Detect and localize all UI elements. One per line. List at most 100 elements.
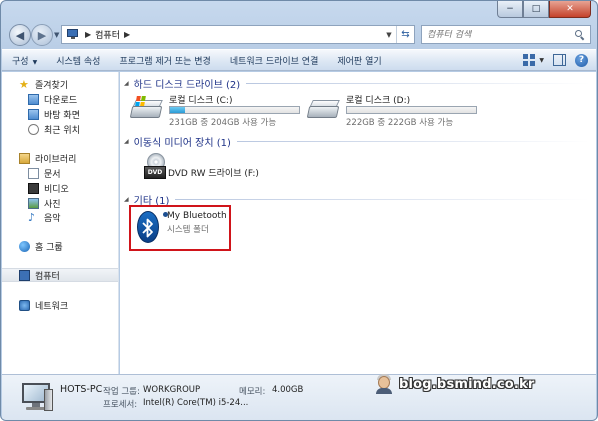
workgroup-value: WORKGROUP <box>143 385 201 395</box>
drive-d[interactable]: 로컬 디스크 (D:) 222GB 중 222GB 사용 가능 <box>306 92 481 128</box>
capacity-bar <box>346 106 477 114</box>
sidebar-label: 즐겨찾기 <box>35 80 69 91</box>
bluetooth-type: 시스템 폴더 <box>167 225 209 235</box>
workgroup-label: 작업 그룹: <box>103 387 140 397</box>
bluetooth-icon <box>137 211 168 243</box>
sidebar-item-computer[interactable]: 컴퓨터 <box>2 268 118 282</box>
change-view-icon[interactable] <box>522 53 536 67</box>
dvd-drive-icon[interactable]: DVD <box>144 153 166 181</box>
group-divider <box>236 140 590 142</box>
search-icon[interactable] <box>575 29 585 40</box>
arrow-right-icon: ▶ <box>37 28 47 42</box>
map-network-drive-button[interactable]: 네트워크 드라이브 연결 <box>230 54 319 67</box>
pictures-icon <box>28 197 39 209</box>
sidebar-label: 비디오 <box>44 184 69 195</box>
open-control-panel-button[interactable]: 제어판 열기 <box>337 54 381 67</box>
bluetooth-name: My Bluetooth <box>167 211 227 221</box>
windows-logo-icon <box>135 96 147 106</box>
address-bar[interactable]: ▶ 컴퓨터 ▶ ▼ ⇆ <box>61 25 415 44</box>
command-bar: 구성 ▼ 시스템 속성 프로그램 제거 또는 변경 네트워크 드라이브 연결 제어… <box>2 49 596 71</box>
sidebar-item-documents[interactable]: 문서 <box>28 166 61 180</box>
memory-value: 4.00GB <box>272 385 304 395</box>
close-button[interactable]: ✕ <box>549 1 591 18</box>
navigation-pane: ★ 즐겨찾기 다운로드 바탕 화면 최근 위치 라이브러리 문서 비디오 사진 ♪… <box>2 72 119 374</box>
network-icon <box>19 299 30 311</box>
sidebar-item-homegroup[interactable]: 홈 그룹 <box>19 239 63 253</box>
homegroup-icon <box>19 240 30 252</box>
blog-watermark: blog.bsmind.co.kr <box>375 373 535 395</box>
breadcrumb-separator[interactable]: ▶ <box>124 30 130 39</box>
sidebar-item-downloads[interactable]: 다운로드 <box>28 92 77 106</box>
computer-icon <box>19 269 30 281</box>
sidebar-item-videos[interactable]: 비디오 <box>28 181 69 195</box>
collapse-triangle-icon[interactable]: ◢ <box>124 138 129 145</box>
watermark-text: blog.bsmind.co.kr <box>399 376 535 392</box>
recent-pages-dropdown[interactable]: ▼ <box>54 31 59 39</box>
libraries-icon <box>19 152 30 164</box>
sidebar-item-network[interactable]: 네트워크 <box>19 298 68 312</box>
capacity-bar <box>169 106 300 114</box>
music-icon: ♪ <box>28 210 36 224</box>
sidebar-label: 문서 <box>44 169 61 180</box>
refresh-icon: ⇆ <box>401 29 410 40</box>
dvd-drive-name[interactable]: DVD RW 드라이브 (F:) <box>168 166 259 179</box>
maximize-button[interactable]: □ <box>523 1 549 18</box>
avatar <box>375 374 393 394</box>
sidebar-label: 다운로드 <box>44 95 78 106</box>
sidebar-item-recent-places[interactable]: 최근 위치 <box>28 122 80 136</box>
collapse-triangle-icon[interactable]: ◢ <box>124 80 129 87</box>
drive-c[interactable]: 로컬 디스크 (C:) 231GB 중 204GB 사용 가능 <box>129 92 304 128</box>
pc-name: HOTS-PC <box>60 384 103 395</box>
sidebar-label: 네트워크 <box>35 301 69 312</box>
sidebar-label: 라이브러리 <box>35 154 77 165</box>
star-icon: ★ <box>19 77 29 91</box>
breadcrumb-separator[interactable]: ▶ <box>85 30 91 39</box>
help-icon[interactable]: ? <box>575 53 588 67</box>
group-title: 하드 디스크 드라이브 (2) <box>133 79 241 91</box>
preview-pane-icon[interactable] <box>553 54 566 66</box>
organize-menu[interactable]: 구성 ▼ <box>12 54 37 67</box>
group-header-removable[interactable]: ◢ 이동식 미디어 장치 (1) <box>124 134 590 149</box>
drive-name: 로컬 디스크 (C:) <box>169 96 233 106</box>
hard-drive-icon <box>129 96 163 120</box>
uninstall-program-button[interactable]: 프로그램 제거 또는 변경 <box>119 54 210 67</box>
arrow-left-icon: ◀ <box>15 28 25 42</box>
sidebar-item-desktop[interactable]: 바탕 화면 <box>28 107 80 121</box>
search-box[interactable] <box>421 25 591 44</box>
computer-large-icon <box>20 383 54 413</box>
downloads-folder-icon <box>28 93 39 105</box>
system-properties-button[interactable]: 시스템 속성 <box>56 54 100 67</box>
content-pane: ◢ 하드 디스크 드라이브 (2) 로컬 디스크 (C:) 231GB 중 20… <box>120 72 596 374</box>
drive-free-space: 231GB 중 204GB 사용 가능 <box>169 118 277 128</box>
sidebar-item-music[interactable]: ♪ 음악 <box>28 210 61 224</box>
collapse-triangle-icon[interactable]: ◢ <box>124 196 129 203</box>
back-button[interactable]: ◀ <box>9 24 31 46</box>
refresh-button[interactable]: ⇆ <box>396 26 414 43</box>
address-dropdown-button[interactable]: ▼ <box>382 26 396 43</box>
sidebar-item-favorites[interactable]: ★ 즐겨찾기 <box>19 77 68 91</box>
sidebar-label: 컴퓨터 <box>35 271 60 282</box>
drive-name: 로컬 디스크 (D:) <box>346 96 411 106</box>
videos-icon <box>28 182 39 194</box>
processor-label: 프로세서: <box>103 400 138 410</box>
desktop-icon <box>28 108 39 120</box>
breadcrumb-computer[interactable]: 컴퓨터 <box>95 28 120 41</box>
sidebar-item-libraries[interactable]: 라이브러리 <box>19 151 76 165</box>
forward-button[interactable]: ▶ <box>31 24 53 46</box>
processor-value: Intel(R) Core(TM) i5-24... <box>143 398 249 408</box>
group-header-hard-disks[interactable]: ◢ 하드 디스크 드라이브 (2) <box>124 76 590 91</box>
group-divider <box>175 198 590 200</box>
organize-label: 구성 <box>12 56 29 67</box>
sidebar-label: 바탕 화면 <box>44 110 80 121</box>
group-header-other[interactable]: ◢ 기타 (1) <box>124 192 590 207</box>
my-bluetooth-item[interactable]: My Bluetooth 시스템 폴더 <box>129 205 231 251</box>
hard-drive-icon <box>306 96 340 120</box>
documents-icon <box>28 167 39 179</box>
computer-icon <box>67 29 81 40</box>
search-input[interactable] <box>427 29 567 40</box>
sidebar-item-pictures[interactable]: 사진 <box>28 196 61 210</box>
minimize-button[interactable]: − <box>497 1 523 18</box>
group-divider <box>246 82 590 84</box>
dvd-badge: DVD <box>144 166 166 179</box>
view-options-dropdown[interactable]: ▼ <box>539 57 544 64</box>
